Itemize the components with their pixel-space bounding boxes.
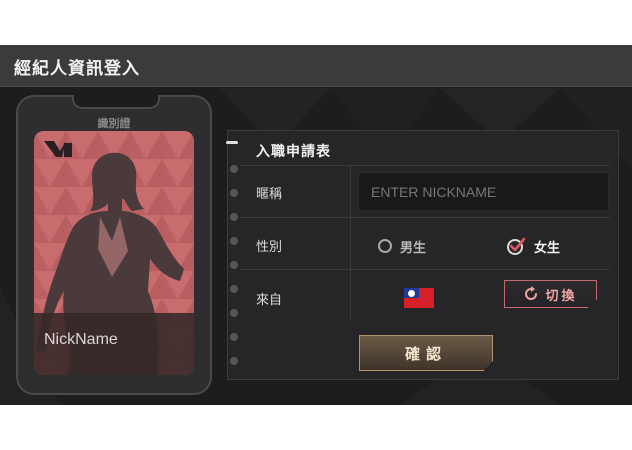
binding-dash [226,141,238,144]
nickname-input[interactable] [358,172,609,211]
title-bar: 經紀人資訊登入 [0,45,632,87]
page-title: 經紀人資訊登入 [14,59,140,79]
badge-photo: NickName [34,131,194,375]
refresh-icon [525,286,538,300]
binding-hole [230,189,238,197]
gender-option-male[interactable]: 男生 [378,235,426,257]
gender-label: 性別 [256,240,283,255]
badge-nickname: NickName [44,331,118,348]
gender-option-female[interactable]: 女生 [506,235,560,257]
nickname-strip: NickName [34,313,194,375]
binding-hole [230,261,238,269]
gender-option-label: 男生 [400,240,427,256]
binding-hole [230,285,238,293]
binding-hole [230,237,238,245]
badge-clip-notch [72,95,160,109]
id-badge: 識別證 NickName [16,95,212,395]
column-divider [350,165,351,321]
radio-checked-icon [507,237,526,255]
binding-hole [230,333,238,341]
notebook-binding [226,141,240,381]
nickname-label: 暱稱 [256,187,283,202]
confirm-button[interactable]: 確認 [359,335,493,371]
taiwan-flag-icon [404,288,434,308]
switch-country-button[interactable]: 切換 [504,280,597,308]
row-divider [240,269,610,270]
row-divider [240,217,610,218]
game-screen: 經紀人資訊登入 識別證 NickName 入職申請表 暱稱 ENTER NICK… [0,45,632,405]
binding-hole [230,165,238,173]
binding-hole [230,309,238,317]
radio-unchecked-icon [378,239,392,253]
binding-hole [230,357,238,365]
gender-option-label: 女生 [534,240,561,256]
switch-label: 切換 [545,288,578,304]
badge-label: 識別證 [97,117,131,130]
origin-label: 來自 [256,293,283,308]
form-title: 入職申請表 [256,144,331,160]
binding-hole [230,213,238,221]
flag-sun [408,290,415,297]
row-divider [240,165,610,166]
